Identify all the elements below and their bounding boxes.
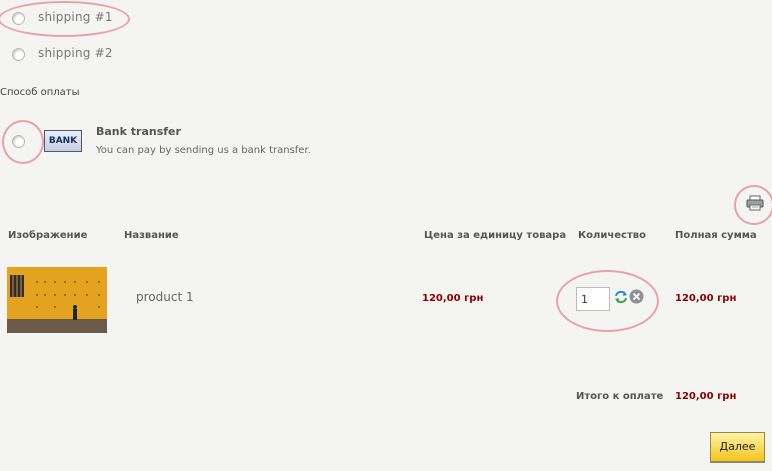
product-thumbnail[interactable] (7, 267, 107, 333)
shipping-2-label: shipping #2 (38, 46, 113, 60)
shipping-1-label: shipping #1 (38, 10, 113, 24)
grand-total-value: 120,00 грн (675, 391, 737, 402)
shipping-2-radio[interactable] (12, 48, 25, 61)
header-image: Изображение (8, 230, 88, 241)
quantity-input[interactable] (576, 287, 610, 311)
remove-icon[interactable] (629, 289, 644, 304)
header-total: Полная сумма (675, 230, 757, 241)
payment-method-description: You can pay by sending us a bank transfe… (96, 145, 311, 156)
product-total: 120,00 грн (675, 293, 737, 304)
shipping-1-radio[interactable] (12, 12, 25, 25)
product-name[interactable]: product 1 (136, 290, 194, 304)
payment-section-label: Способ оплаты (0, 87, 80, 98)
header-unit-price: Цена за единицу товара (424, 230, 567, 241)
payment-method-title: Bank transfer (96, 125, 181, 138)
refresh-icon[interactable] (614, 289, 628, 304)
bank-logo: BANK (44, 130, 82, 152)
header-quantity: Количество (578, 230, 646, 241)
bank-transfer-radio[interactable] (12, 135, 25, 148)
grand-total-label: Итого к оплате (576, 391, 664, 402)
next-button[interactable]: Далее (710, 432, 765, 462)
product-unit-price: 120,00 грн (422, 293, 484, 304)
printer-icon[interactable] (746, 195, 764, 211)
header-name: Название (124, 230, 179, 241)
